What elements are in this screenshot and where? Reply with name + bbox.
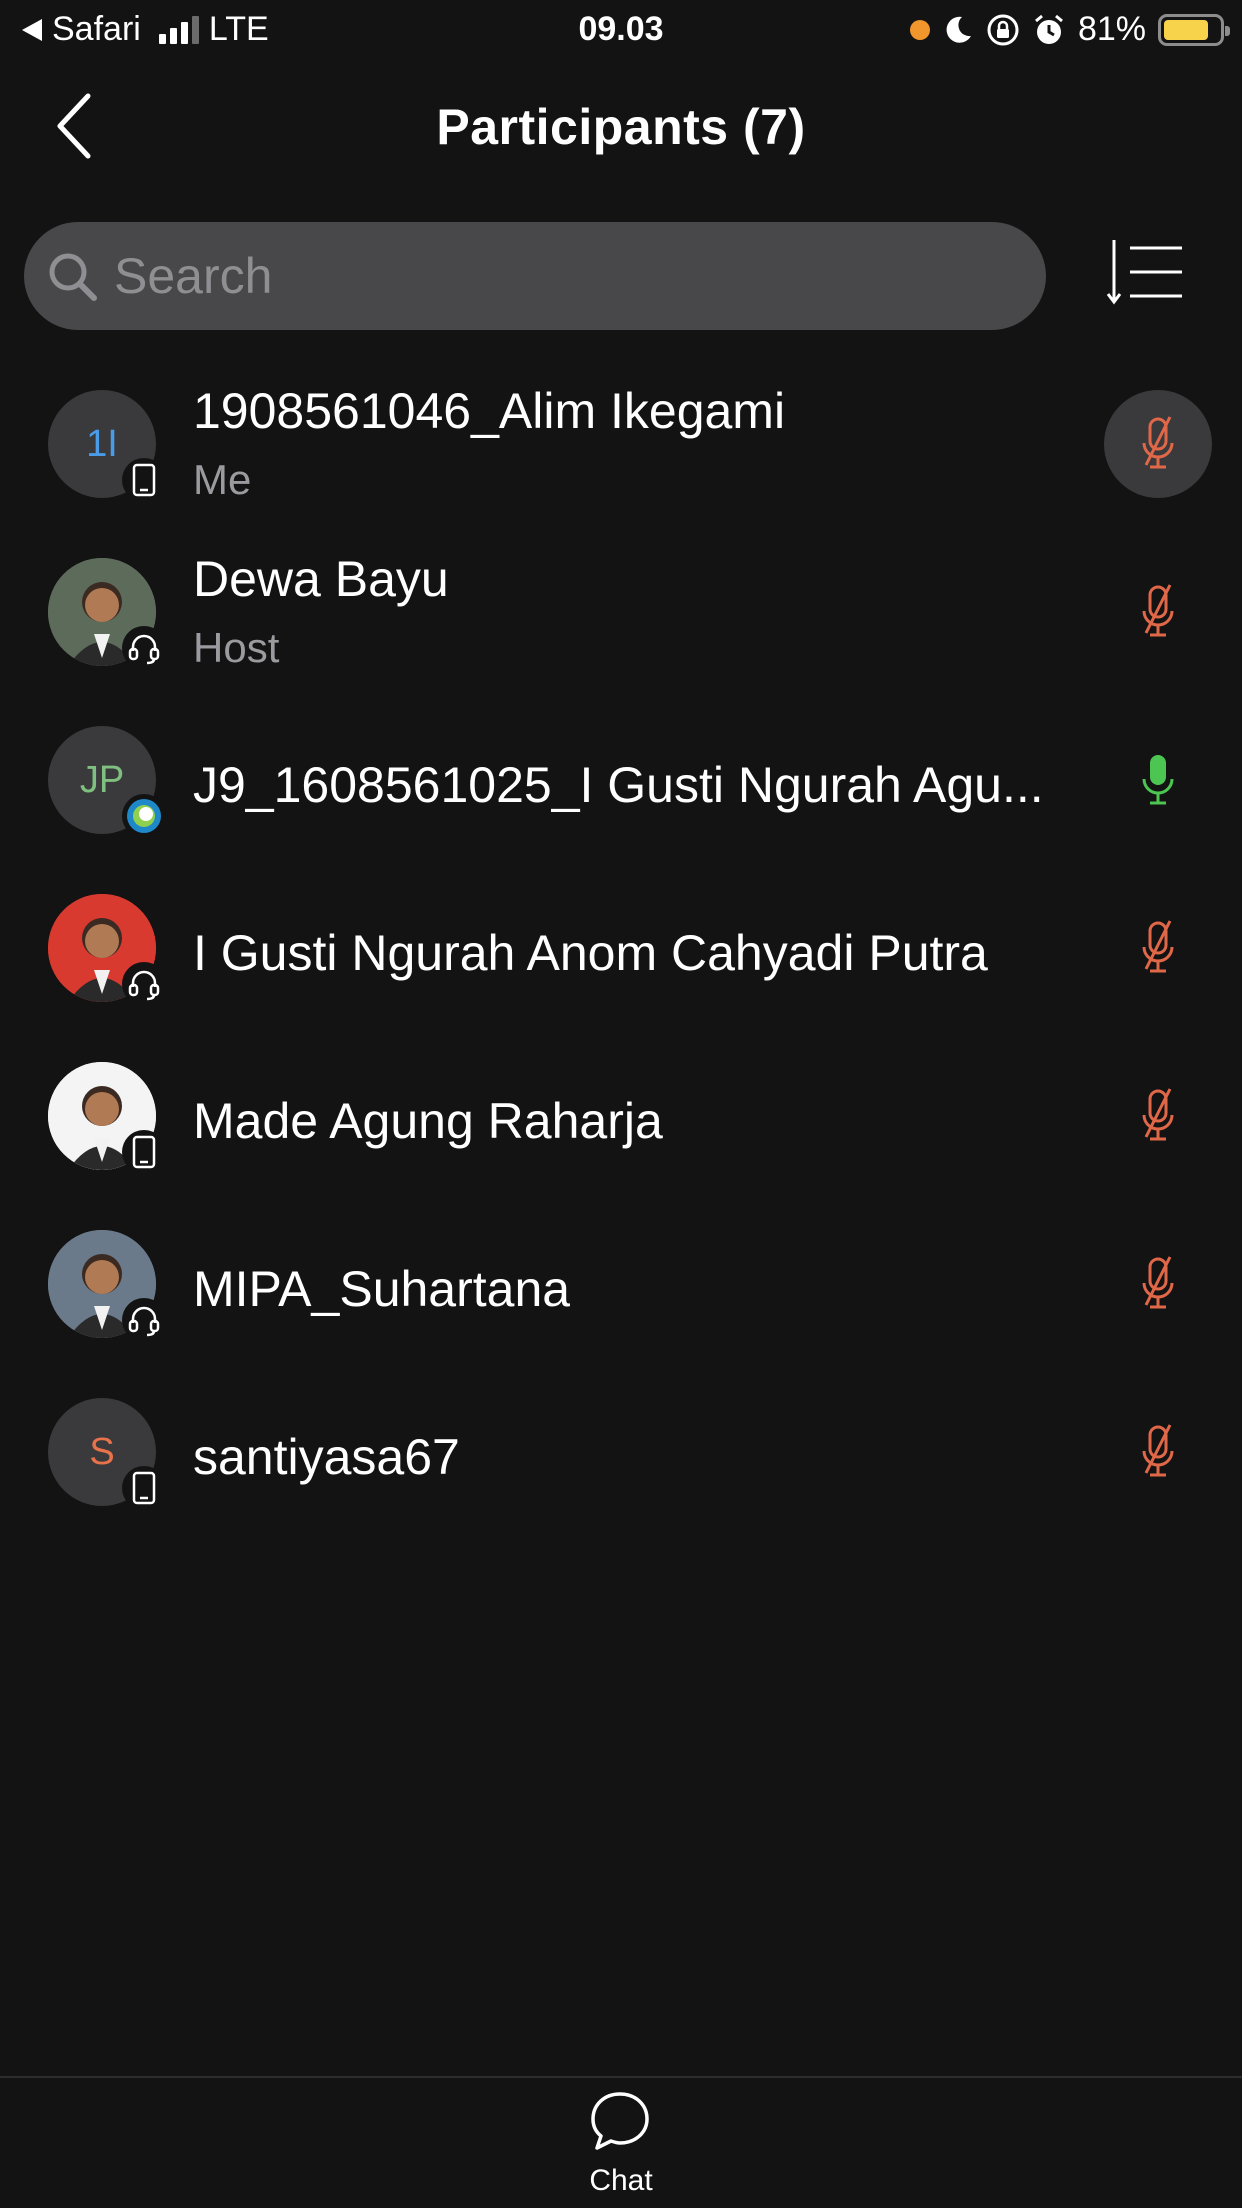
avatar [48,1230,166,1342]
participant-row[interactable]: MIPA_Suhartana [0,1208,1242,1376]
sort-list-icon[interactable] [1106,236,1186,308]
microphone-muted-icon[interactable] [1104,390,1212,498]
avatar [48,558,166,670]
page-title: Participants (7) [436,99,806,155]
microphone-icon[interactable] [1104,726,1212,834]
microphone-muted-icon[interactable] [1104,894,1212,1002]
avatar-initials: S [89,1430,115,1473]
microphone-muted-icon[interactable] [1104,558,1212,666]
microphone-muted-icon[interactable] [1104,1062,1212,1170]
participant-name: I Gusti Ngurah Anom Cahyadi Putra [193,925,988,981]
avatar [48,894,166,1006]
recording-dot-icon [909,19,930,40]
participant-name: 1908561046_Alim Ikegami [193,383,786,439]
webex-icon [122,794,166,838]
battery-percent: 81% [1077,10,1146,48]
bottom-bar: Chat [0,2076,1242,2208]
battery-icon [1158,13,1230,46]
phone-icon [122,1466,166,1510]
headset-icon [122,962,166,1006]
participant-row[interactable]: Dewa Bayu Host [0,536,1242,704]
moon-icon [946,16,971,43]
search-input[interactable] [114,240,1014,312]
participant-row[interactable]: JP J9_1608561025_I Gusti Ngurah Agu... [0,704,1242,872]
participant-role: Me [193,456,252,503]
status-right: 81% [909,10,1230,49]
alarm-icon [1034,14,1063,44]
participant-name: J9_1608561025_I Gusti Ngurah Agu... [193,757,1044,813]
avatar: JP [48,726,166,838]
search-box[interactable] [24,222,1046,330]
chat-button[interactable]: Chat [560,2090,682,2202]
participant-row[interactable]: 1I 1908561046_Alim Ikegami Me [0,368,1242,536]
microphone-muted-icon[interactable] [1104,1230,1212,1338]
rotation-lock-icon [987,14,1019,45]
search-icon [49,253,97,301]
participant-row[interactable]: Ssantiyasa67 [0,1376,1242,1544]
header: Participants (7) [0,64,1242,188]
chat-bubble-icon [591,2092,649,2150]
participant-role: Host [193,624,280,671]
microphone-muted-icon[interactable] [1104,1398,1212,1506]
phone-icon [122,458,166,502]
participant-name: Dewa Bayu [193,551,449,607]
participant-list: 1I 1908561046_Alim Ikegami Me Dewa Bayu Host… [0,368,1242,1544]
participant-row[interactable]: I Gusti Ngurah Anom Cahyadi Putra [0,872,1242,1040]
avatar-initials: JP [79,758,125,801]
avatar-initials: 1I [86,422,118,465]
headset-icon [122,626,166,670]
participant-name: Made Agung Raharja [193,1093,663,1149]
chat-label: Chat [589,2164,653,2197]
participant-name: MIPA_Suhartana [193,1261,571,1317]
avatar: S [48,1398,166,1510]
headset-icon [122,1298,166,1342]
phone-icon [122,1130,166,1174]
avatar: 1I [48,390,166,502]
participants-screen: Safari LTE 09.03 81% Participants (7) Se… [0,0,1242,2208]
status-bar: Safari LTE 09.03 81% [0,0,1242,64]
participant-row[interactable]: Made Agung Raharja [0,1040,1242,1208]
avatar [48,1062,166,1174]
participant-name: santiyasa67 [193,1429,460,1485]
